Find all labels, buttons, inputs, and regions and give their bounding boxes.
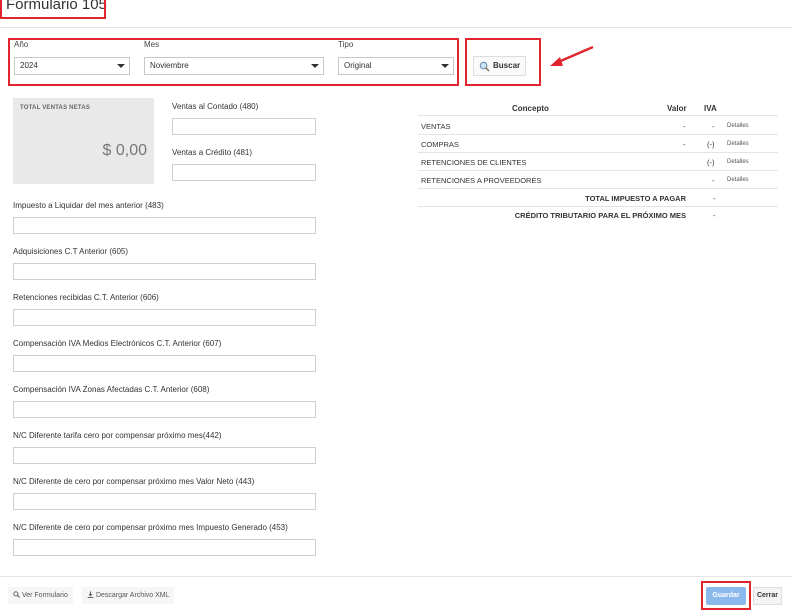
compensacion-zonas-label: Compensación IVA Zonas Afectadas C.T. An… (13, 385, 210, 394)
title-highlight-box (0, 0, 106, 19)
nc-impuesto-generado-label: N/C Diferente de cero por compensar próx… (13, 523, 288, 532)
table-row: RETENCIONES DE CLIENTES (-) Detalles (418, 153, 778, 171)
adquisiciones-input[interactable] (13, 263, 316, 280)
nc-impuesto-generado-input[interactable] (13, 539, 316, 556)
descargar-xml-button[interactable]: Descargar Archivo XML (82, 587, 175, 604)
ventas-credito-input[interactable] (172, 164, 316, 181)
search-icon (479, 61, 490, 72)
descargar-xml-label: Descargar Archivo XML (95, 592, 170, 599)
retenciones-recibidas-input[interactable] (13, 309, 316, 326)
credito-tributario-label: CRÉDITO TRIBUTARIO PARA EL PRÓXIMO MES (514, 211, 686, 220)
row-iva: (-) (707, 140, 715, 149)
row-detalles-link[interactable]: Detalles (727, 141, 749, 147)
total-ventas-label: TOTAL VENTAS NETAS (20, 105, 91, 111)
row-iva: - (712, 122, 715, 131)
row-concepto: RETENCIONES DE CLIENTES (421, 158, 527, 167)
table-header-iva: IVA (704, 104, 717, 113)
header-divider (0, 27, 792, 28)
table-header-concepto: Concepto (512, 104, 549, 113)
ver-formulario-label: Ver Formulario (21, 592, 68, 599)
table-row: VENTAS - - Detalles (418, 117, 778, 135)
type-label: Tipo (338, 40, 354, 49)
row-concepto: VENTAS (421, 122, 451, 131)
retenciones-recibidas-label: Retenciones recibidas C.T. Anterior (606… (13, 293, 159, 302)
total-impuesto-row: TOTAL IMPUESTO A PAGAR - (418, 189, 778, 207)
total-impuesto-label: TOTAL IMPUESTO A PAGAR (585, 194, 686, 203)
table-row: COMPRAS - (-) Detalles (418, 135, 778, 153)
month-select-value: Noviembre (150, 61, 189, 70)
cerrar-button[interactable]: Cerrar (753, 587, 782, 605)
nc-tarifa-cero-label: N/C Diferente tarifa cero por compensar … (13, 431, 222, 440)
ver-formulario-button[interactable]: Ver Formulario (8, 587, 73, 604)
search-icon (13, 591, 20, 598)
row-concepto: COMPRAS (421, 140, 459, 149)
footer-divider (0, 576, 792, 577)
nc-valor-neto-input[interactable] (13, 493, 316, 510)
adquisiciones-label: Adquisiciones C.T Anterior (605) (13, 247, 129, 256)
table-header-divider (418, 115, 778, 116)
credito-tributario-row: CRÉDITO TRIBUTARIO PARA EL PRÓXIMO MES - (418, 206, 778, 224)
ventas-credito-label: Ventas a Crédito (481) (172, 148, 253, 157)
guardar-button[interactable]: Guardar (706, 587, 746, 605)
impuesto-liquidar-input[interactable] (13, 217, 316, 234)
compensacion-medios-input[interactable] (13, 355, 316, 372)
credito-tributario-value: - (713, 211, 716, 220)
type-select-value: Original (344, 61, 372, 70)
chevron-down-icon (437, 58, 453, 74)
type-select[interactable]: Original (338, 57, 454, 75)
table-header-valor: Valor (667, 104, 687, 113)
compensacion-medios-label: Compensación IVA Medios Electrónicos C.T… (13, 339, 222, 348)
compensacion-zonas-input[interactable] (13, 401, 316, 418)
impuesto-liquidar-label: Impuesto a Liquidar del mes anterior (48… (13, 201, 164, 210)
row-iva: - (712, 176, 715, 185)
total-ventas-card: TOTAL VENTAS NETAS $ 0,00 (13, 98, 154, 184)
year-select[interactable]: 2024 (14, 57, 130, 75)
nc-valor-neto-label: N/C Diferente de cero por compensar próx… (13, 477, 255, 486)
month-select[interactable]: Noviembre (144, 57, 324, 75)
ventas-contado-label: Ventas al Contado (480) (172, 102, 259, 111)
pointer-arrow-icon (550, 45, 594, 66)
chevron-down-icon (307, 58, 323, 74)
month-label: Mes (144, 40, 160, 49)
search-button[interactable]: Buscar (473, 56, 526, 76)
year-label: Año (14, 40, 29, 49)
row-concepto: RETENCIONES A PROVEEDORES (421, 176, 542, 185)
ventas-contado-input[interactable] (172, 118, 316, 135)
row-detalles-link[interactable]: Detalles (727, 123, 749, 129)
download-icon (87, 591, 94, 598)
table-row: RETENCIONES A PROVEEDORES - Detalles (418, 171, 778, 189)
row-detalles-link[interactable]: Detalles (727, 159, 749, 165)
row-detalles-link[interactable]: Detalles (727, 177, 749, 183)
total-ventas-amount: $ 0,00 (102, 142, 147, 159)
nc-tarifa-cero-input[interactable] (13, 447, 316, 464)
search-button-label: Buscar (493, 61, 521, 70)
year-select-value: 2024 (20, 61, 38, 70)
chevron-down-icon (113, 58, 129, 74)
row-iva: (-) (707, 158, 715, 167)
total-impuesto-value: - (713, 194, 716, 203)
